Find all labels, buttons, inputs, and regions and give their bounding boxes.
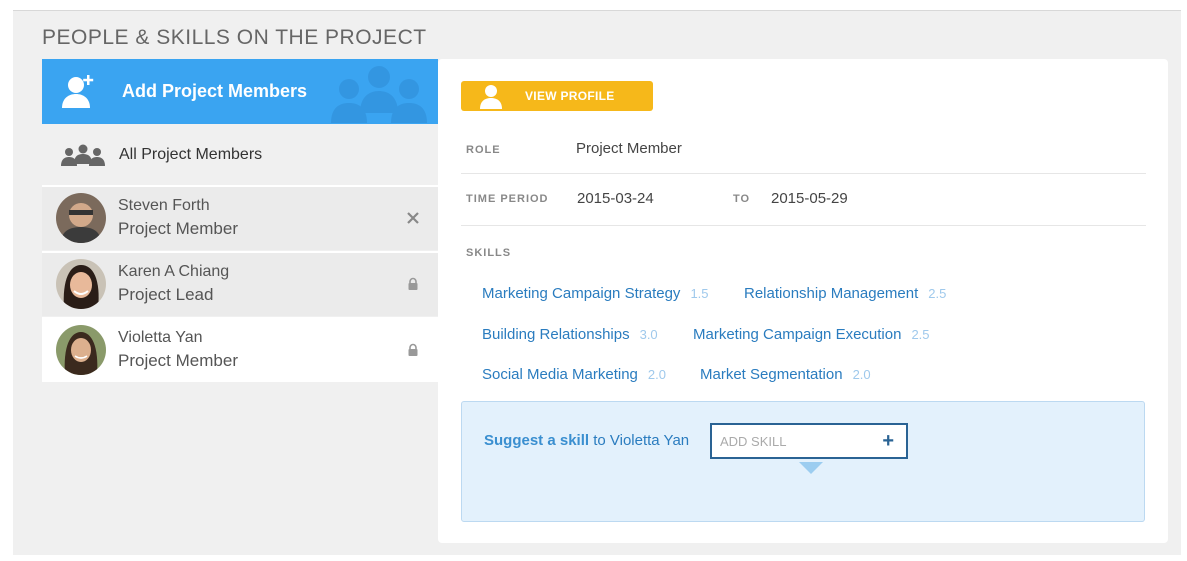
lock-icon xyxy=(408,343,418,356)
skill-tag[interactable]: Marketing Campaign Strategy 1.5 xyxy=(482,285,709,302)
dropdown-caret-icon xyxy=(799,462,823,474)
add-project-members-button[interactable]: Add Project Members xyxy=(42,59,438,124)
skills-label: SKILLS xyxy=(466,247,512,259)
skill-tag[interactable]: Social Media Marketing 2.0 xyxy=(482,366,666,383)
skill-name: Relationship Management xyxy=(744,285,919,302)
avatar xyxy=(56,259,106,309)
divider xyxy=(461,225,1146,226)
start-date: 2015-03-24 xyxy=(577,190,654,207)
member-item-karen-a-chiang[interactable]: Karen A Chiang Project Lead xyxy=(42,251,438,316)
role-label: ROLE xyxy=(466,144,501,156)
skill-score: 2.5 xyxy=(911,327,930,342)
skill-name: Marketing Campaign Execution xyxy=(693,326,902,343)
suggest-skill-target: to Violetta Yan xyxy=(589,432,690,449)
suggest-skill-box: Suggest a skill to Violetta Yan + xyxy=(461,401,1145,522)
view-profile-button[interactable]: VIEW PROFILE xyxy=(461,81,653,111)
add-user-icon xyxy=(62,75,94,108)
member-name: Violetta Yan xyxy=(118,329,203,346)
lock-icon xyxy=(408,277,418,290)
time-period-label: TIME PERIOD xyxy=(466,193,549,205)
skill-score: 3.0 xyxy=(639,327,658,342)
end-date: 2015-05-29 xyxy=(771,190,848,207)
member-item-violetta-yan[interactable]: Violetta Yan Project Member xyxy=(42,317,438,382)
add-project-members-label: Add Project Members xyxy=(122,81,308,101)
people-skills-panel: PEOPLE & SKILLS ON THE PROJECT Add Proje… xyxy=(13,10,1181,555)
member-item-steven-forth[interactable]: Steven Forth Project Member xyxy=(42,185,438,250)
skill-score: 1.5 xyxy=(690,286,709,301)
add-skill-plus-button[interactable]: + xyxy=(882,430,894,453)
skill-score: 2.0 xyxy=(647,367,666,382)
member-detail-card: VIEW PROFILE ROLE Project Member TIME PE… xyxy=(438,59,1168,543)
member-name: Karen A Chiang xyxy=(118,263,230,280)
skill-name: Marketing Campaign Strategy xyxy=(482,285,681,302)
avatar xyxy=(56,325,106,375)
skill-score: 2.5 xyxy=(928,286,947,301)
skill-tag[interactable]: Relationship Management 2.5 xyxy=(744,285,946,302)
member-role: Project Member xyxy=(118,351,238,370)
suggest-skill-prefix: Suggest a skill xyxy=(484,432,590,449)
view-profile-label: VIEW PROFILE xyxy=(525,89,615,103)
all-project-members-label: All Project Members xyxy=(119,146,263,163)
to-label: TO xyxy=(733,193,751,205)
member-role: Project Lead xyxy=(118,285,214,304)
avatar xyxy=(56,193,106,243)
member-name: Steven Forth xyxy=(118,197,210,214)
add-skill-field[interactable]: + xyxy=(710,423,908,459)
all-project-members-item[interactable]: All Project Members xyxy=(42,124,438,185)
add-skill-input[interactable] xyxy=(720,431,870,451)
skill-tag[interactable]: Marketing Campaign Execution 2.5 xyxy=(693,326,930,343)
skill-name: Social Media Marketing xyxy=(482,366,638,383)
member-role: Project Member xyxy=(118,219,238,238)
suggest-skill-text: Suggest a skill to Violetta Yan xyxy=(484,432,689,449)
divider xyxy=(461,173,1146,174)
close-icon[interactable] xyxy=(406,211,420,225)
skill-tag[interactable]: Market Segmentation 2.0 xyxy=(700,366,871,383)
skill-name: Market Segmentation xyxy=(700,366,843,383)
user-icon xyxy=(480,85,502,109)
role-value: Project Member xyxy=(576,140,682,157)
skill-score: 2.0 xyxy=(852,367,871,382)
skill-name: Building Relationships xyxy=(482,326,630,343)
group-icon xyxy=(61,144,105,166)
group-icon xyxy=(331,66,427,123)
skill-tag[interactable]: Building Relationships 3.0 xyxy=(482,326,658,343)
section-title: PEOPLE & SKILLS ON THE PROJECT xyxy=(42,26,427,49)
